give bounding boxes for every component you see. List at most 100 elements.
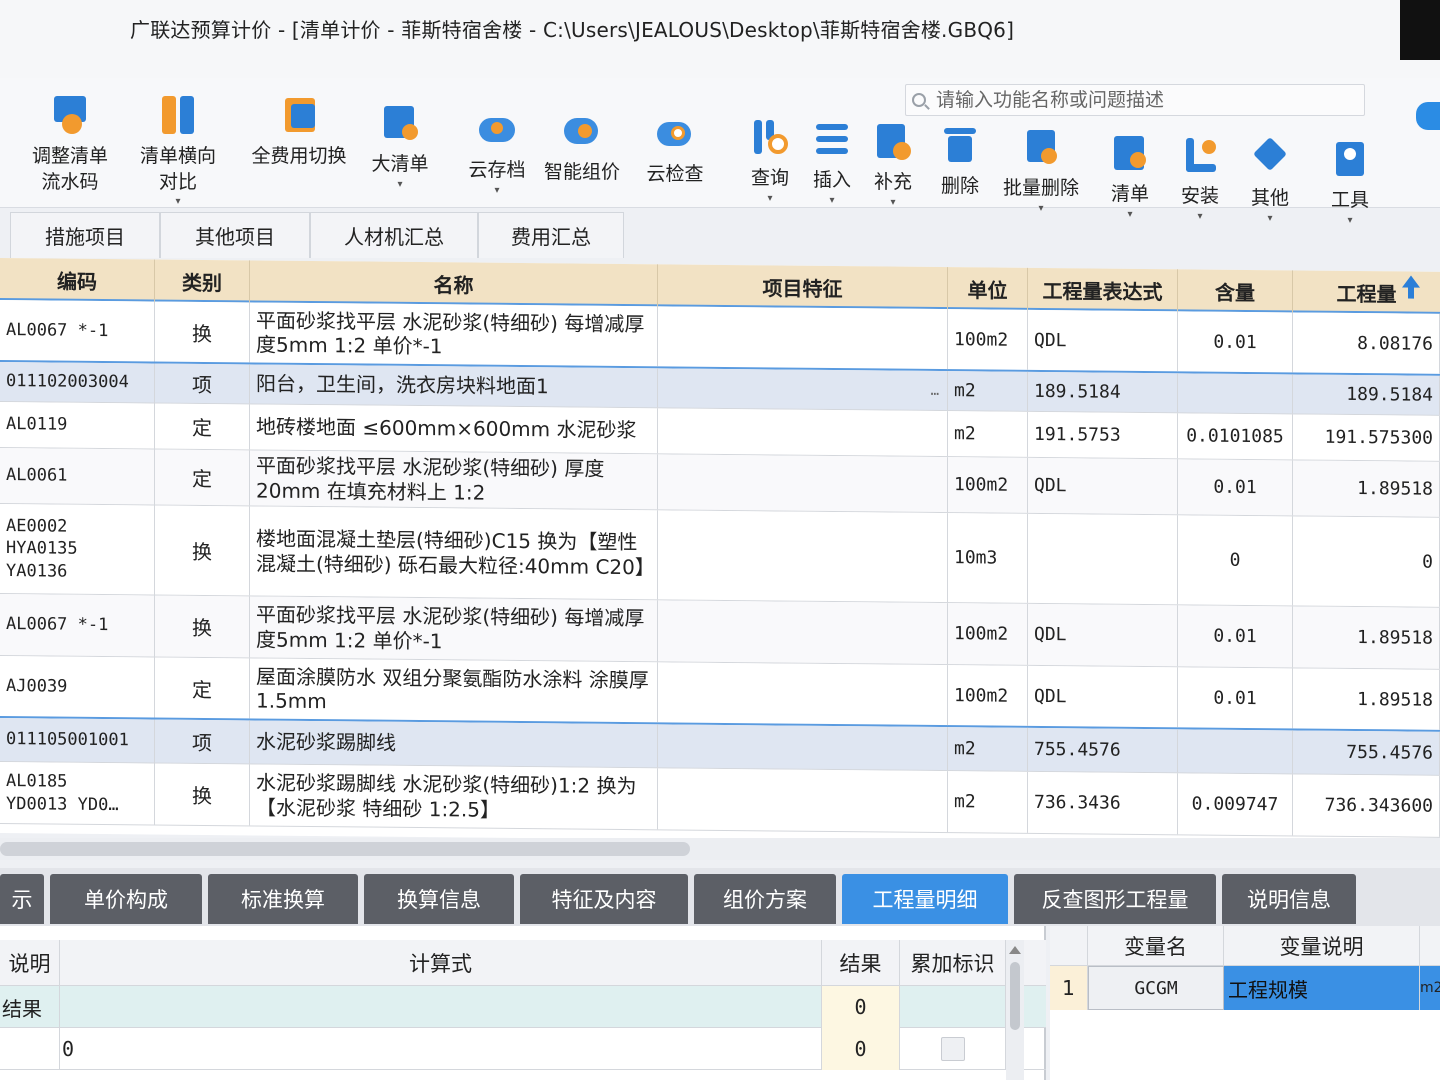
tool-delete[interactable]: 删除 (934, 124, 986, 200)
tool-adjust-list-code[interactable]: 调整清单 流水码 (20, 94, 120, 195)
tab-measures[interactable]: 措施项目 (10, 212, 160, 258)
scroll-up-icon[interactable] (1009, 946, 1021, 954)
tool-tools[interactable]: 工具 ▾ (1324, 138, 1376, 226)
cell-var-desc[interactable]: 工程规模 (1224, 966, 1420, 1010)
cell-expression[interactable]: QDL (1028, 603, 1178, 667)
other-icon (1248, 136, 1292, 180)
cell-expression[interactable]: 736.3436 (1028, 771, 1178, 835)
tool-insert[interactable]: 插入 ▾ (806, 118, 858, 206)
cell-expression[interactable]: 191.5753 (1028, 411, 1178, 459)
cell-expression[interactable] (1028, 513, 1178, 605)
col-content[interactable]: 含量 (1178, 269, 1293, 313)
accumulate-checkbox[interactable] (940, 1037, 965, 1061)
tool-supplement[interactable]: 补充 ▾ (866, 120, 920, 208)
tab-reverse-graphic[interactable]: 反查图形工程量 (1014, 874, 1216, 924)
tab-features[interactable]: 特征及内容 (520, 874, 688, 924)
tab-quantity-detail[interactable]: 工程量明细 (842, 874, 1008, 924)
cell-formula[interactable] (60, 986, 822, 1028)
tool-batch-delete[interactable]: 批量删除 ▾ (996, 126, 1086, 214)
cell-accumulate[interactable] (900, 1028, 1006, 1070)
tool-install[interactable]: 安装 ▾ (1174, 134, 1226, 222)
tab-other-items[interactable]: 其他项目 (160, 212, 310, 258)
cell-accumulate[interactable] (900, 986, 1006, 1028)
cell-feature[interactable] (658, 662, 948, 726)
quantity-detail-panel: 说明 计算式 结果 累加标识 结果 0 0 0 (0, 926, 1046, 1080)
detail-tabs: 示 单价构成 标准换算 换算信息 特征及内容 组价方案 工程量明细 反查图形工程… (0, 868, 1440, 926)
cell-content[interactable] (1178, 373, 1293, 414)
col-feature[interactable]: 项目特征 (658, 264, 948, 310)
cell-category: 定 (155, 657, 250, 719)
col-unit[interactable]: 单位 (948, 267, 1028, 310)
help-pill-icon[interactable] (1416, 102, 1440, 130)
cell-feature[interactable] (658, 600, 948, 665)
cell-name: 地砖楼地面 ≤600mm×600mm 水泥砂浆 (250, 404, 658, 454)
col-expression[interactable]: 工程量表达式 (1028, 267, 1178, 312)
cell-content[interactable]: 0.01 (1178, 667, 1293, 729)
cell-quantity: 189.5184 (1293, 374, 1440, 415)
cell-content[interactable]: 0.009747 (1178, 773, 1293, 836)
cell-content[interactable] (1178, 729, 1293, 774)
cell-content[interactable]: 0.01 (1178, 311, 1293, 373)
cell-content[interactable]: 0 (1178, 515, 1293, 606)
cell-feature[interactable]: … (658, 368, 948, 411)
cell-expression[interactable]: QDL (1028, 457, 1178, 515)
cell-expression[interactable]: 189.5184 (1028, 371, 1178, 413)
cell-unit: 10m3 (948, 513, 1028, 603)
tool-cloud-check[interactable]: 云检查 (640, 112, 710, 188)
table-row[interactable]: AE0002 HYA0135 YA0136 换 楼地面混凝土垫层(特细砂)C15… (0, 504, 1440, 608)
arrow-up-icon[interactable] (1400, 275, 1422, 303)
tab-material-summary[interactable]: 人材机汇总 (310, 212, 478, 258)
tools-icon (1328, 138, 1372, 182)
tool-smart-price[interactable]: 智能组价 (536, 110, 628, 186)
tab-price-scheme[interactable]: 组价方案 (694, 874, 836, 924)
cell-feature[interactable] (658, 454, 948, 513)
cell-content[interactable]: 0.0101085 (1178, 413, 1293, 460)
cell-quantity: 1.89518 (1293, 460, 1440, 517)
tool-query[interactable]: 查询 ▾ (744, 116, 796, 204)
tab-conversion-info[interactable]: 换算信息 (364, 874, 514, 924)
function-search[interactable] (905, 84, 1365, 116)
cell-feature[interactable] (658, 306, 948, 370)
cell-feature[interactable] (658, 510, 948, 603)
scrollbar-thumb[interactable] (1010, 962, 1020, 1030)
tool-label: 工具 (1330, 189, 1369, 211)
table-row[interactable]: 0 0 (0, 1028, 1046, 1070)
cell-category: 定 (155, 449, 250, 506)
ellipsis-button[interactable]: … (931, 382, 939, 398)
tool-full-cost-switch[interactable]: 全费用切换 (240, 94, 358, 170)
cell-formula[interactable]: 0 (60, 1028, 822, 1070)
tab-standard-conversion[interactable]: 标准换算 (208, 874, 358, 924)
table-row[interactable]: 结果 0 (0, 986, 1046, 1028)
cell-content[interactable]: 0.01 (1178, 459, 1293, 516)
table-row[interactable]: 1 GCGM 工程规模 m2 (1050, 966, 1440, 1010)
tab-cost-summary[interactable]: 费用汇总 (478, 212, 624, 258)
tab-show[interactable]: 示 (0, 874, 44, 924)
tab-description[interactable]: 说明信息 (1222, 874, 1356, 924)
tool-list-compare[interactable]: 清单横向 对比 ▾ (130, 94, 226, 207)
batch-delete-icon (1019, 126, 1063, 170)
tool-bill[interactable]: 清单 ▾ (1104, 132, 1156, 220)
tool-label: 智能组价 (543, 161, 620, 183)
tool-big-list[interactable]: 大清单 ▾ (364, 102, 436, 190)
tool-other[interactable]: 其他 ▾ (1244, 136, 1296, 224)
cell-expression[interactable]: QDL (1028, 665, 1178, 728)
cell-var-name[interactable]: GCGM (1088, 966, 1224, 1010)
cell-feature[interactable] (658, 408, 948, 457)
vertical-scrollbar[interactable] (1006, 940, 1024, 1080)
col-category[interactable]: 类别 (155, 259, 250, 303)
tool-cloud-save[interactable]: 云存档 ▾ (460, 108, 534, 196)
scrollbar-thumb[interactable] (0, 842, 690, 856)
table-row[interactable]: AL0185 YD0013 YD0… 换 水泥砂浆踢脚线 水泥砂浆(特细砂)1:… (0, 762, 1440, 838)
col-code[interactable]: 编码 (0, 258, 155, 302)
cell-code: AE0002 HYA0135 YA0136 (0, 504, 155, 595)
cell-expression[interactable]: 755.4576 (1028, 727, 1178, 773)
cell-feature[interactable] (658, 768, 948, 833)
cell-content[interactable]: 0.01 (1178, 605, 1293, 668)
horizontal-scrollbar[interactable] (0, 838, 1440, 860)
cell-code: AJ0039 (0, 656, 155, 718)
col-name[interactable]: 名称 (250, 260, 658, 307)
cell-feature[interactable] (658, 724, 948, 771)
function-search-input[interactable] (936, 89, 1336, 111)
tab-unit-price[interactable]: 单价构成 (50, 874, 202, 924)
cell-expression[interactable]: QDL (1028, 309, 1178, 372)
